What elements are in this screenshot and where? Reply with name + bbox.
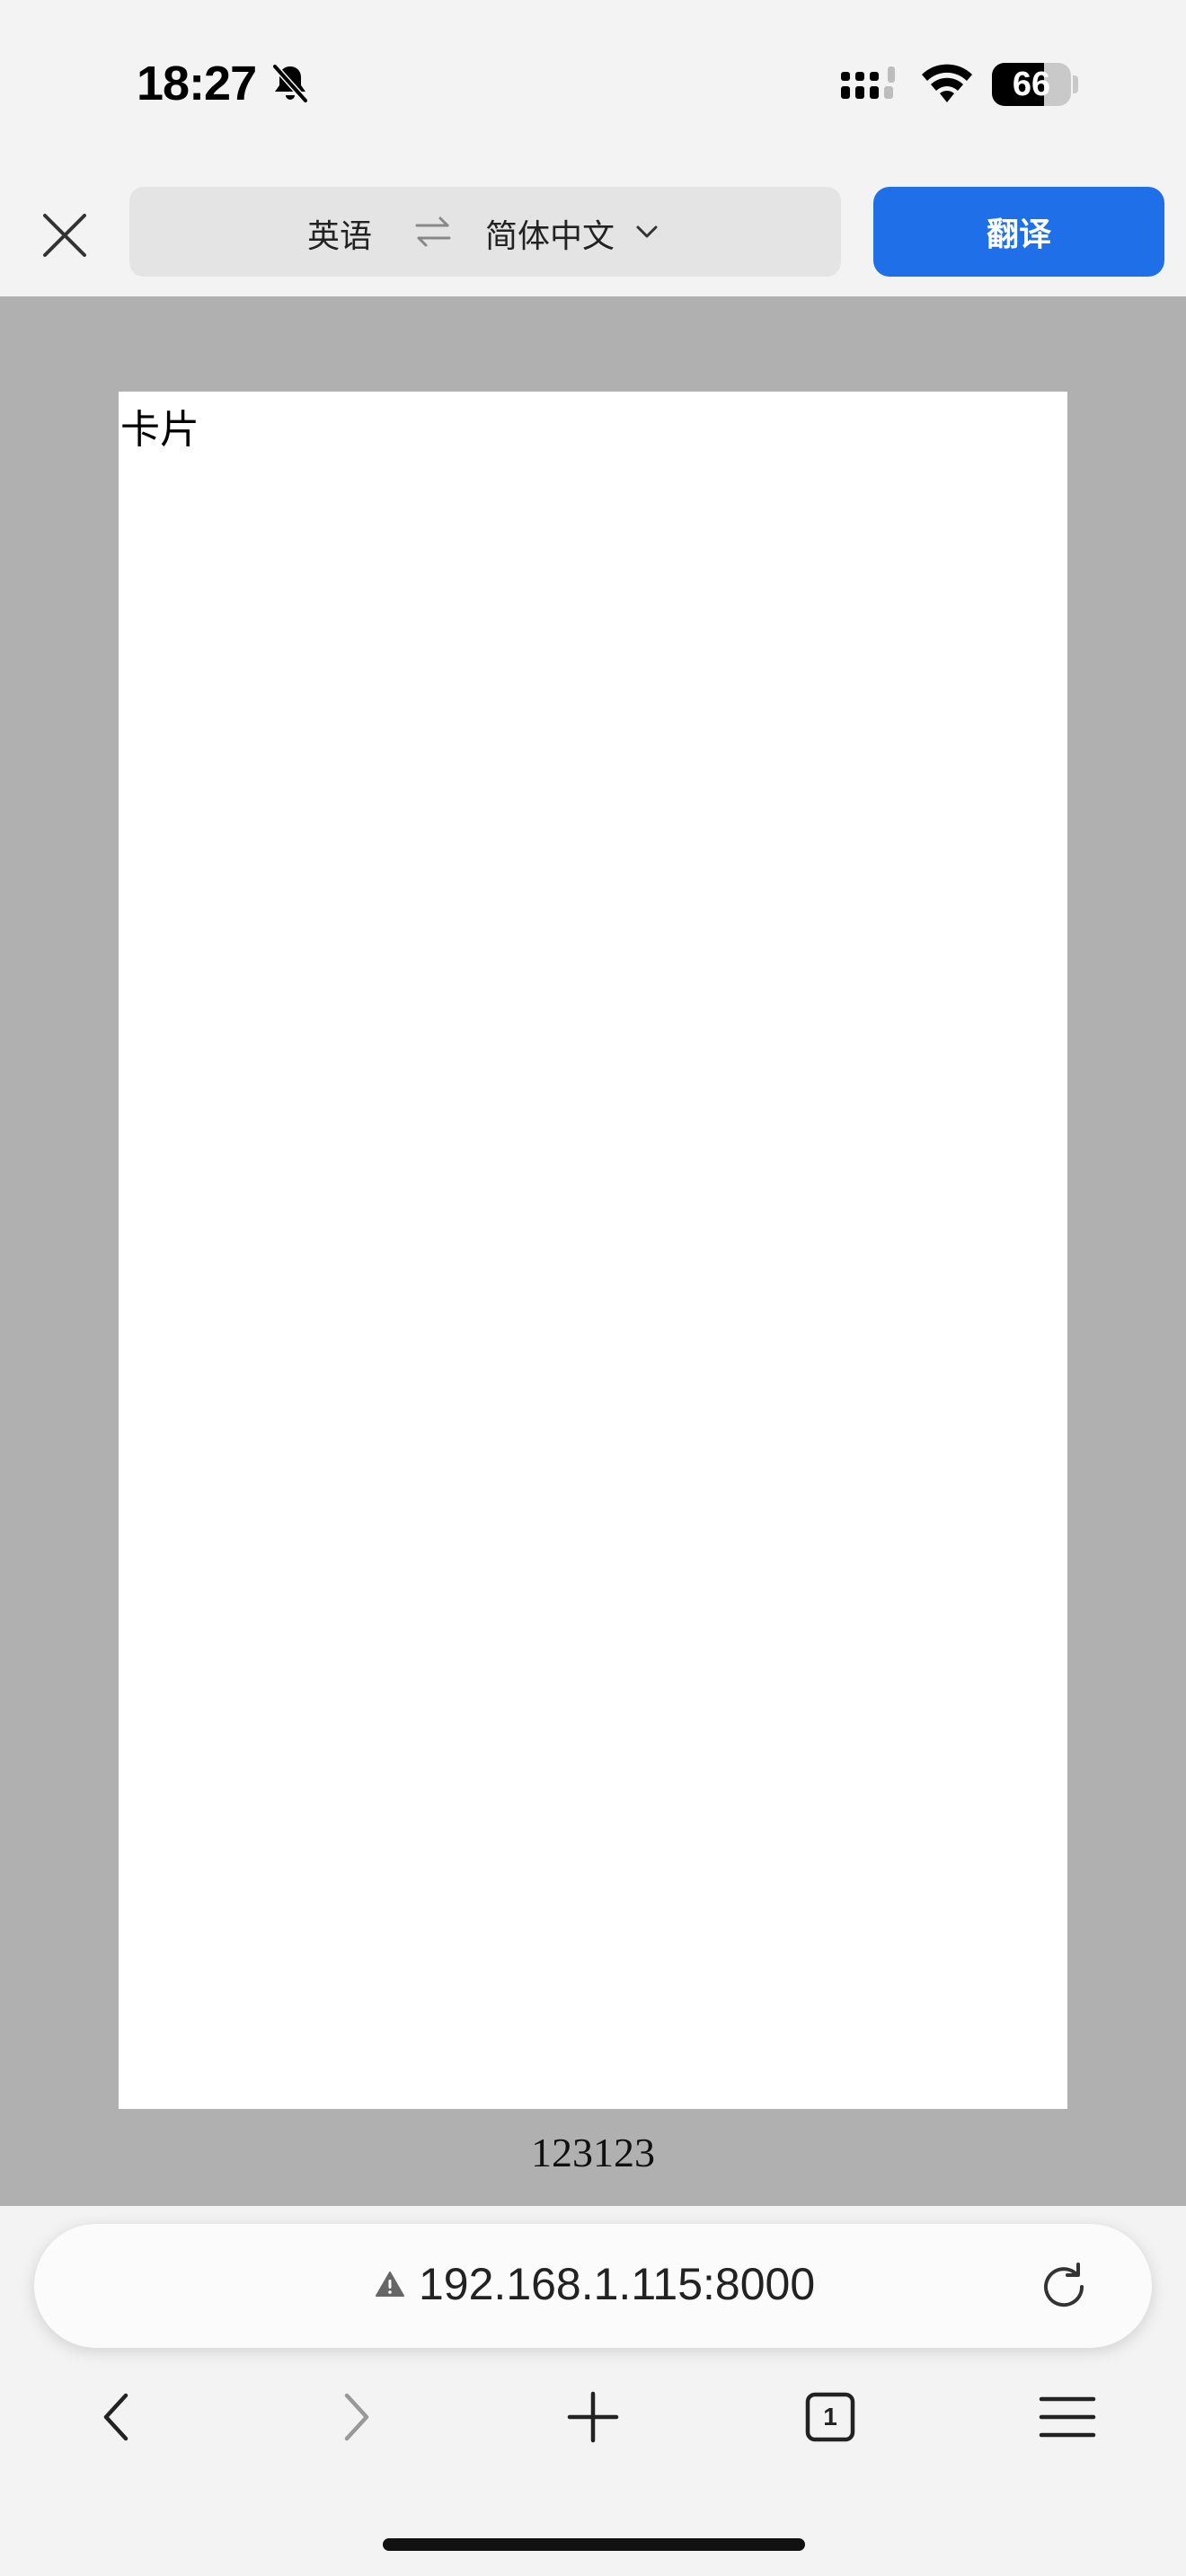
tab-count: 1 xyxy=(823,2403,837,2430)
bell-muted-icon xyxy=(272,64,308,103)
cellular-signal-icon xyxy=(841,66,895,99)
language-selector[interactable]: 英语 简体中文 xyxy=(129,187,841,277)
chevron-left-icon xyxy=(103,2393,128,2441)
card: 卡片 xyxy=(119,392,1067,2109)
swap-languages-icon[interactable] xyxy=(413,214,453,250)
url-text[interactable]: 192.168.1.115:8000 xyxy=(419,2258,815,2310)
close-button[interactable] xyxy=(32,203,97,268)
target-language[interactable]: 简体中文 xyxy=(485,210,615,257)
battery-level-text: 66 xyxy=(1012,65,1051,103)
hamburger-menu-icon xyxy=(1039,2396,1096,2438)
not-secure-warning-icon[interactable] xyxy=(376,2271,404,2298)
status-time: 18:27 xyxy=(137,57,257,110)
home-indicator[interactable] xyxy=(383,2538,805,2551)
translate-button[interactable]: 翻译 xyxy=(873,187,1164,277)
back-button[interactable] xyxy=(74,2368,160,2466)
battery-indicator: 66 xyxy=(992,63,1071,106)
chevron-down-icon[interactable] xyxy=(634,221,659,243)
card-title: 卡片 xyxy=(120,407,199,453)
battery-cap xyxy=(1073,75,1078,93)
tabs-button[interactable]: 1 xyxy=(787,2368,873,2466)
reload-button[interactable] xyxy=(1031,2254,1096,2319)
wifi-icon xyxy=(922,64,972,102)
close-icon xyxy=(43,214,86,257)
translate-bar: 英语 简体中文 翻译 xyxy=(0,171,1186,296)
browser-toolbar: 1 xyxy=(0,2368,1186,2484)
chevron-right-icon xyxy=(344,2393,369,2441)
forward-button[interactable] xyxy=(313,2368,399,2466)
status-bar: 18:27 66 xyxy=(0,0,1186,171)
page-viewport: 卡片 123123 xyxy=(0,296,1186,2206)
new-tab-button[interactable] xyxy=(550,2368,636,2466)
page-number-text: 123123 xyxy=(531,2130,655,2175)
reload-icon xyxy=(1044,2263,1084,2307)
address-bar[interactable]: 192.168.1.115:8000 xyxy=(34,2224,1152,2348)
source-language[interactable]: 英语 xyxy=(307,210,372,257)
plus-icon xyxy=(567,2391,619,2443)
menu-button[interactable] xyxy=(1024,2368,1111,2466)
